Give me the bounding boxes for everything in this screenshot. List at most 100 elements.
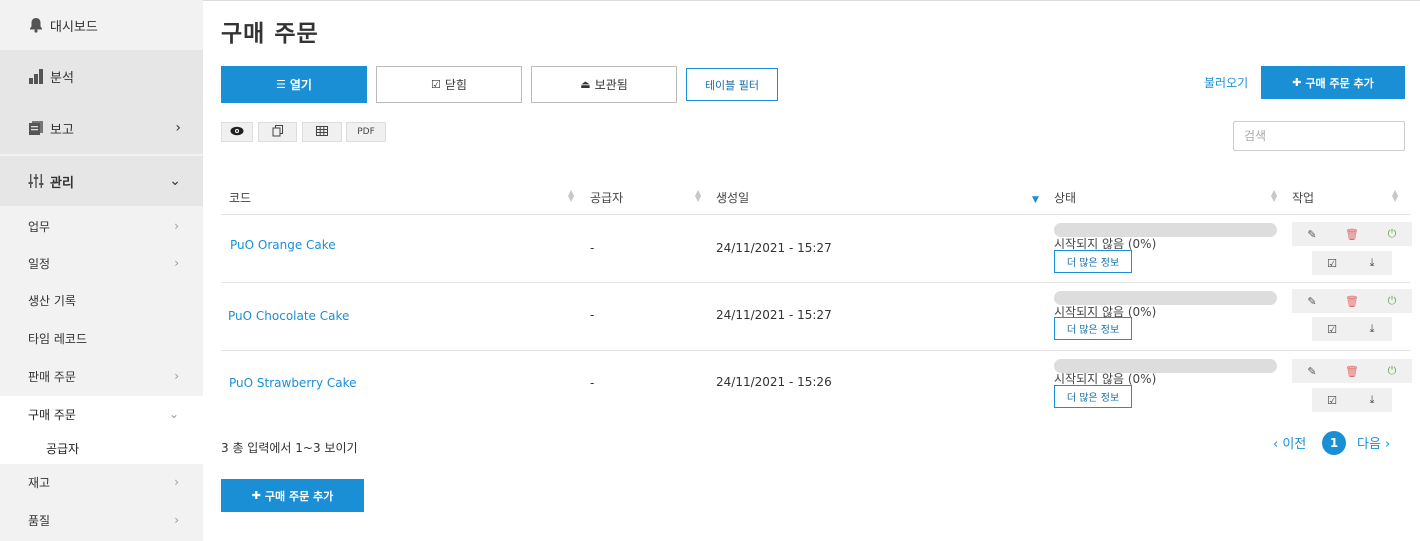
power-icon[interactable]: ⏻: [1372, 289, 1412, 313]
table-filter-button[interactable]: 테이블 필터: [686, 68, 778, 101]
tab-open[interactable]: ☰ 열기: [221, 66, 367, 103]
sidebar-item-label: 생산 기록: [28, 293, 76, 308]
more-info-button[interactable]: 더 많은 정보: [1054, 385, 1132, 408]
chevron-down-icon: ⌄: [169, 173, 181, 189]
bell-icon: [28, 17, 44, 33]
more-info-button[interactable]: 더 많은 정보: [1054, 317, 1132, 340]
check-icon[interactable]: ☑: [1312, 251, 1352, 275]
add-purchase-order-button-bottom[interactable]: ✚ 구매 주문 추가: [221, 479, 364, 512]
pagination-next[interactable]: 다음 ›: [1357, 433, 1390, 452]
sidebar-item-label: 보고: [50, 122, 74, 138]
order-code-link[interactable]: PuO Chocolate Cake: [228, 309, 349, 323]
sort-icon[interactable]: ▲ ▼: [1271, 189, 1277, 203]
sort-icon[interactable]: ▲ ▼: [568, 189, 574, 203]
check-icon[interactable]: ☑: [1312, 388, 1352, 412]
pagination-current-page[interactable]: 1: [1322, 431, 1346, 455]
supplier-cell: -: [590, 241, 595, 255]
export-pdf-button[interactable]: PDF: [346, 122, 386, 142]
sidebar-item-label: 타임 레코드: [28, 331, 88, 346]
sidebar-item-analytics[interactable]: 분석: [0, 50, 203, 102]
button-label: 구매 주문 추가: [264, 489, 334, 503]
tab-closed[interactable]: ☑ 닫힘: [376, 66, 522, 103]
tab-label: 닫힘: [444, 78, 467, 92]
sidebar: 대시보드 분석 보고 › 관리 ⌄ 업무 › 일정 › 생산 기록 타임 레코드…: [0, 0, 203, 541]
pagination-prev[interactable]: ‹ 이전: [1273, 433, 1306, 452]
column-header-actions[interactable]: 작업: [1292, 189, 1314, 206]
sidebar-item-label: 구매 주문: [28, 407, 76, 422]
import-link[interactable]: 불러오기: [1204, 74, 1248, 91]
supplier-cell: -: [590, 376, 595, 390]
sidebar-item-sales-orders[interactable]: 판매 주문 ›: [0, 358, 203, 394]
sidebar-item-label: 판매 주문: [28, 369, 76, 384]
edit-icon[interactable]: ✎: [1292, 222, 1332, 246]
export-excel-button[interactable]: [302, 122, 342, 142]
sidebar-item-reports[interactable]: 보고 ›: [0, 102, 203, 154]
sidebar-item-label: 분석: [50, 70, 74, 86]
column-header-code[interactable]: 코드: [229, 189, 251, 206]
supplier-cell: -: [590, 308, 595, 322]
sidebar-item-label: 재고: [28, 475, 51, 490]
chevron-right-icon: ›: [174, 219, 179, 233]
copy-button[interactable]: [258, 122, 297, 142]
sort-icon[interactable]: ▲ ▼: [695, 189, 701, 203]
check-square-icon: ☑: [431, 78, 441, 91]
download-icon[interactable]: ⤓: [1352, 317, 1392, 341]
power-icon[interactable]: ⏻: [1372, 359, 1412, 383]
sidebar-item-purchase-orders[interactable]: 구매 주문 ⌄: [0, 396, 203, 432]
search-input[interactable]: [1233, 121, 1405, 151]
sort-icon[interactable]: ▲ ▼: [1392, 189, 1398, 203]
eye-icon: [230, 126, 244, 139]
sidebar-item-inventory[interactable]: 재고 ›: [0, 464, 203, 500]
created-cell: 24/11/2021 - 15:27: [716, 241, 832, 255]
sidebar-item-label: 업무: [28, 219, 51, 234]
tab-label: 열기: [289, 78, 312, 92]
inbox-icon: ⏏: [580, 78, 591, 91]
tab-label: 보관됨: [594, 78, 628, 92]
created-cell: 24/11/2021 - 15:27: [716, 308, 832, 322]
divider: [221, 214, 1410, 215]
delete-icon[interactable]: 🗑: [1332, 289, 1372, 313]
order-code-link[interactable]: PuO Orange Cake: [230, 238, 336, 252]
delete-icon[interactable]: 🗑: [1332, 359, 1372, 383]
edit-icon[interactable]: ✎: [1292, 359, 1332, 383]
report-icon: [28, 120, 44, 136]
check-icon[interactable]: ☑: [1312, 317, 1352, 341]
column-header-supplier[interactable]: 공급자: [590, 189, 623, 206]
sidebar-item-management[interactable]: 관리 ⌄: [0, 156, 203, 206]
column-header-created[interactable]: 생성일: [716, 189, 749, 206]
chevron-right-icon: ›: [174, 256, 179, 270]
sidebar-item-suppliers[interactable]: 공급자: [0, 432, 203, 464]
sidebar-item-time-records[interactable]: 타임 레코드: [0, 320, 203, 356]
add-purchase-order-button[interactable]: ✚ 구매 주문 추가: [1261, 66, 1405, 99]
edit-icon[interactable]: ✎: [1292, 289, 1332, 313]
chevron-right-icon: ›: [174, 513, 179, 527]
table-icon: [316, 125, 328, 139]
sort-desc-icon[interactable]: ▼: [1032, 195, 1039, 205]
top-divider: [203, 0, 1420, 1]
sidebar-item-label: 공급자: [46, 441, 80, 456]
sidebar-item-label: 일정: [28, 256, 51, 271]
more-info-button[interactable]: 더 많은 정보: [1054, 250, 1132, 273]
sidebar-item-tasks[interactable]: 업무 ›: [0, 208, 203, 244]
column-header-status[interactable]: 상태: [1054, 189, 1076, 206]
power-icon[interactable]: ⏻: [1372, 222, 1412, 246]
sidebar-item-label: 품질: [28, 513, 51, 528]
chevron-down-icon: ⌄: [168, 407, 179, 421]
table-info: 3 총 입력에서 1~3 보이기: [221, 441, 358, 455]
list-icon: ☰: [276, 78, 286, 91]
sidebar-item-quality[interactable]: 품질 ›: [0, 502, 203, 538]
chevron-right-icon: ›: [175, 120, 181, 136]
sidebar-item-schedule[interactable]: 일정 ›: [0, 245, 203, 281]
sliders-icon: [28, 173, 44, 189]
sidebar-item-dashboard[interactable]: 대시보드: [0, 0, 203, 50]
delete-icon[interactable]: 🗑: [1332, 222, 1372, 246]
button-label: 구매 주문 추가: [1305, 76, 1374, 90]
sidebar-item-production-log[interactable]: 생산 기록: [0, 282, 203, 318]
order-code-link[interactable]: PuO Strawberry Cake: [229, 376, 357, 390]
divider: [221, 282, 1410, 283]
tab-archived[interactable]: ⏏ 보관됨: [531, 66, 677, 103]
download-icon[interactable]: ⤓: [1352, 388, 1392, 412]
column-visibility-button[interactable]: [221, 122, 253, 142]
divider: [221, 350, 1410, 351]
download-icon[interactable]: ⤓: [1352, 251, 1392, 275]
